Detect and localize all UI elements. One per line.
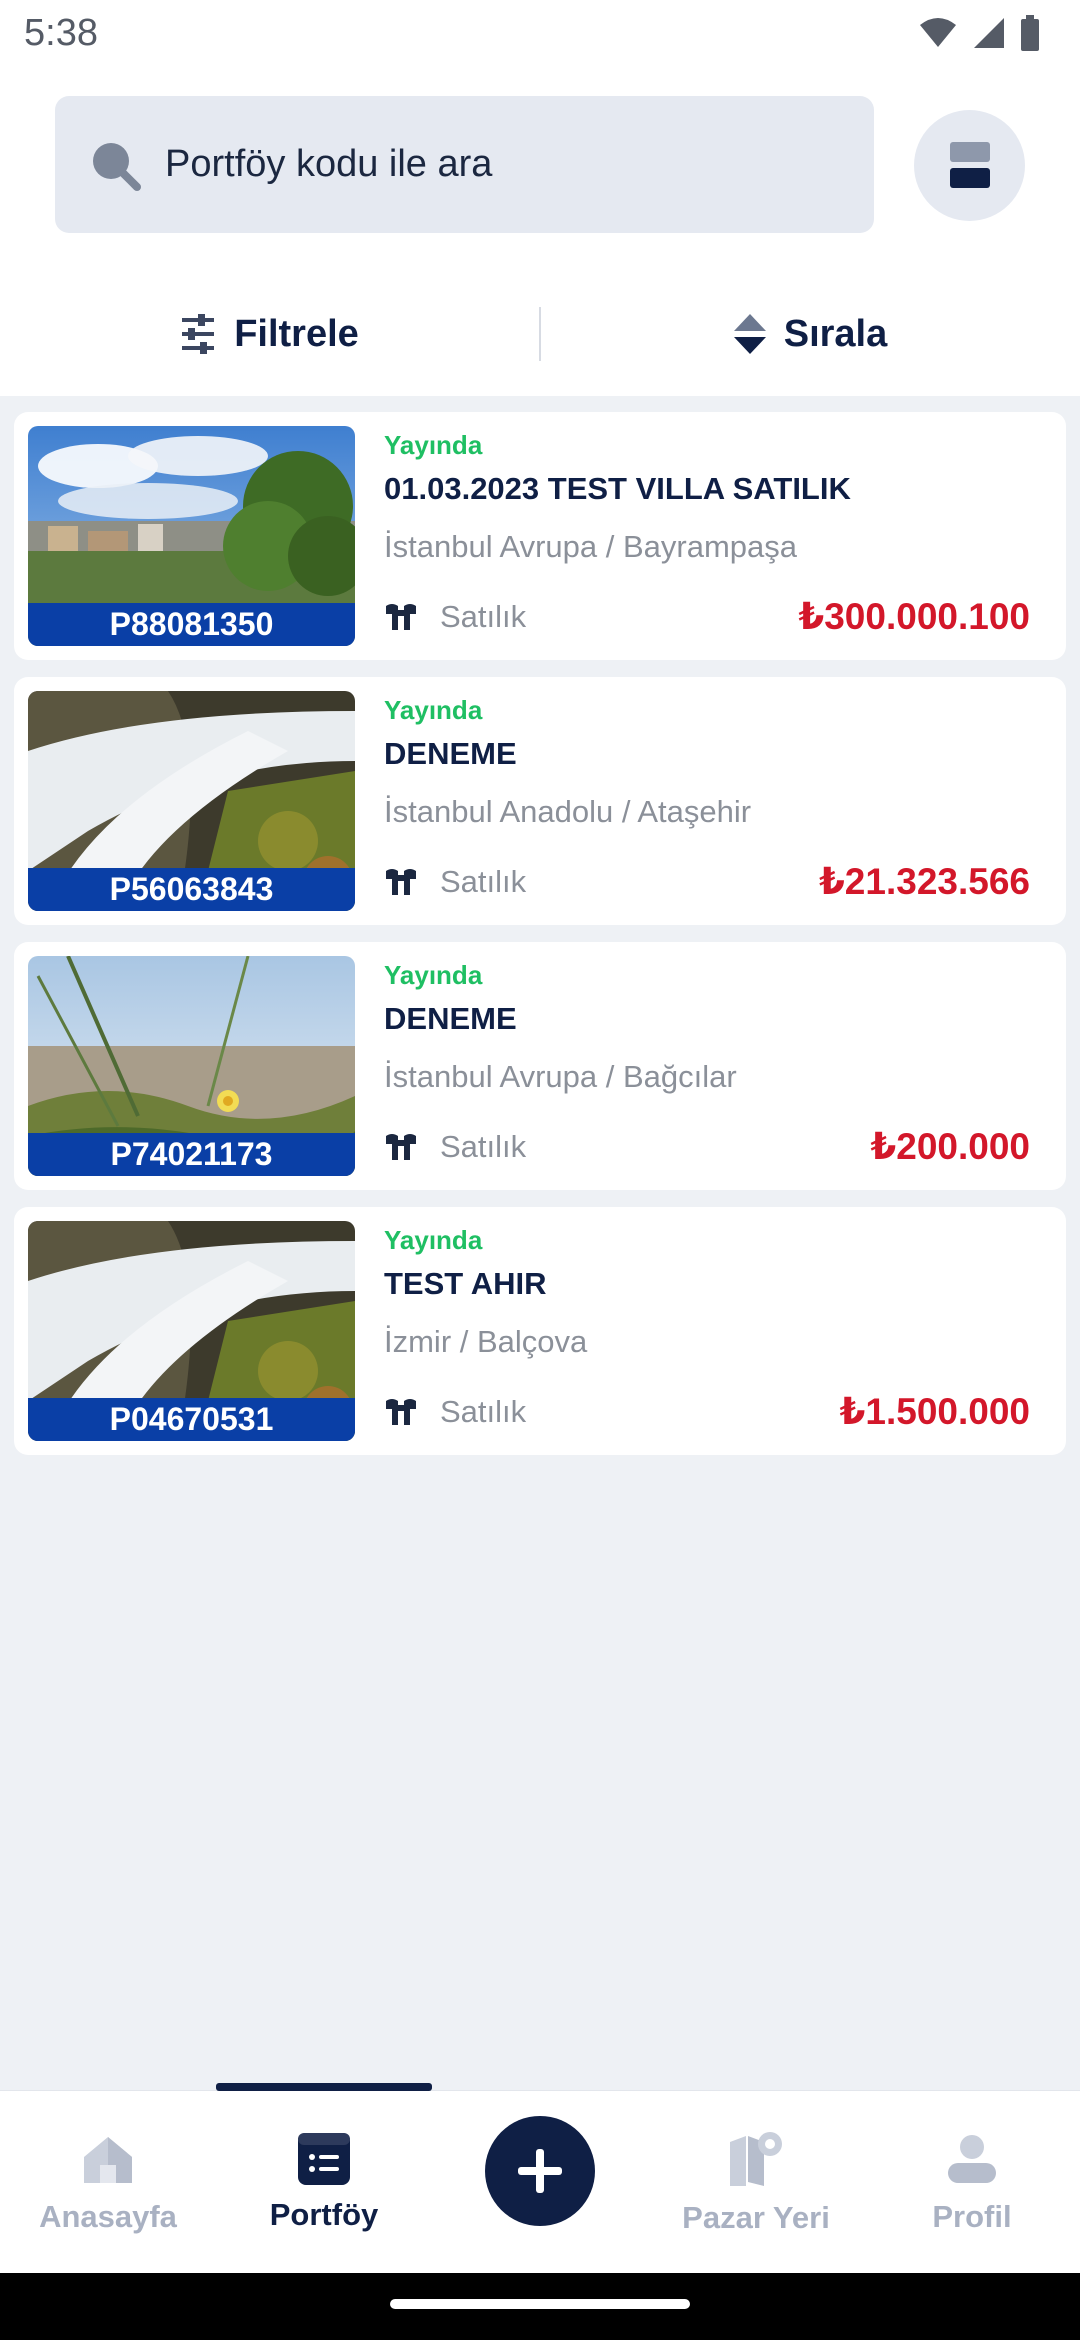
handshake-icon (386, 868, 416, 895)
listing-bottom-row: Satılık ₺200.000 (384, 1125, 1030, 1168)
home-gesture-handle[interactable] (390, 2299, 690, 2309)
listing-type: Satılık (384, 599, 526, 635)
handshake-icon (386, 1133, 416, 1160)
listing-code: P56063843 (28, 868, 355, 911)
bottom-navigation: Anasayfa Portföy Pazar Yeri Profil (0, 2083, 1080, 2274)
nav-label-home: Anasayfa (39, 2198, 177, 2234)
sort-icon (733, 314, 766, 354)
search-input[interactable]: Portföy kodu ile ara (55, 96, 874, 233)
user-icon (948, 2134, 996, 2183)
view-toggle-button[interactable] (914, 110, 1025, 221)
nav-item-profile[interactable]: Profil (864, 2091, 1080, 2274)
plus-icon (518, 2149, 562, 2193)
listing-card[interactable]: P04670531 Yayında TEST AHIR İzmir / Balç… (14, 1207, 1066, 1455)
filter-button[interactable]: Filtrele (0, 313, 539, 356)
nav-item-home[interactable]: Anasayfa (0, 2091, 216, 2274)
listing-status: Yayında (384, 430, 483, 460)
listing-title: DENEME (384, 736, 517, 771)
listing-card[interactable]: P74021173 Yayında DENEME İstanbul Avrupa… (14, 942, 1066, 1190)
active-tab-indicator (216, 2083, 432, 2091)
listing-details: Yayında DENEME İstanbul Avrupa / Bağcıla… (384, 960, 1030, 1180)
listing-bottom-row: Satılık ₺300.000.100 (384, 595, 1030, 638)
listing-title: TEST AHIR (384, 1266, 547, 1301)
listing-price: ₺21.323.566 (819, 861, 1030, 902)
listing-type: Satılık (384, 1394, 526, 1430)
listing-bottom-row: Satılık ₺21.323.566 (384, 860, 1030, 903)
sliders-icon (182, 314, 215, 354)
sort-button[interactable]: Sırala (541, 313, 1080, 356)
listing-title: 01.03.2023 TEST VILLA SATILIK (384, 471, 851, 506)
map-pin-icon (730, 2131, 782, 2186)
handshake-icon (386, 603, 416, 630)
listing-price: ₺1.500.000 (839, 1391, 1030, 1432)
listing-type-label: Satılık (440, 863, 527, 899)
status-time: 5:38 (24, 11, 98, 54)
listing-type-label: Satılık (440, 1393, 527, 1429)
nav-label-profile: Profil (932, 2198, 1012, 2234)
screen: 5:38 Portföy kodu ile ara Filtrele Sıral… (0, 0, 1080, 2340)
listing-code: P04670531 (28, 1398, 355, 1441)
filter-label: Filtrele (234, 312, 359, 355)
listing-thumbnail: P56063843 (28, 691, 355, 911)
listing-type: Satılık (384, 864, 526, 900)
listing-details: Yayında DENEME İstanbul Anadolu / Ataşeh… (384, 695, 1030, 915)
listing-code: P88081350 (28, 603, 355, 646)
listing-title: DENEME (384, 1001, 517, 1036)
listing-location: İzmir / Balçova (384, 1324, 588, 1359)
search-icon (93, 142, 141, 191)
filter-sort-row: Filtrele Sırala (0, 284, 1080, 384)
status-bar: 5:38 (0, 0, 1080, 66)
listing-details: Yayında 01.03.2023 TEST VILLA SATILIK İs… (384, 430, 1030, 650)
listing-status: Yayında (384, 695, 483, 725)
listing-details: Yayında TEST AHIR İzmir / Balçova Satılı… (384, 1225, 1030, 1445)
listing-list: P88081350 Yayında 01.03.2023 TEST VILLA … (14, 412, 1066, 1472)
nav-label-portfolio: Portföy (269, 2196, 379, 2232)
handshake-icon (386, 1398, 416, 1425)
listing-card[interactable]: P88081350 Yayında 01.03.2023 TEST VILLA … (14, 412, 1066, 660)
status-icons (918, 15, 1040, 51)
wifi-icon (920, 18, 956, 47)
listing-location: İstanbul Avrupa / Bayrampaşa (384, 529, 798, 564)
top-area: Portföy kodu ile ara Filtrele Sırala (0, 66, 1080, 396)
nav-label-marketplace: Pazar Yeri (682, 2199, 830, 2235)
listing-type-label: Satılık (440, 598, 527, 634)
listing-status: Yayında (384, 1225, 483, 1255)
add-listing-button[interactable] (485, 2116, 595, 2226)
layout-icon (949, 141, 990, 188)
listing-status: Yayında (384, 960, 483, 990)
listing-bottom-row: Satılık ₺1.500.000 (384, 1390, 1030, 1433)
battery-icon (1021, 15, 1039, 51)
listing-location: İstanbul Anadolu / Ataşehir (384, 794, 752, 829)
system-navigation-bar (0, 2273, 1080, 2340)
listing-location: İstanbul Avrupa / Bağcılar (384, 1059, 737, 1094)
listing-type: Satılık (384, 1129, 526, 1165)
listing-price: ₺200.000 (870, 1126, 1031, 1167)
sort-label: Sırala (783, 312, 888, 355)
listing-thumbnail: P74021173 (28, 956, 355, 1176)
signal-icon (974, 18, 1004, 48)
search-placeholder: Portföy kodu ile ara (165, 143, 493, 185)
nav-item-marketplace[interactable]: Pazar Yeri (648, 2091, 864, 2274)
home-icon (84, 2136, 132, 2183)
listing-thumbnail: P04670531 (28, 1221, 355, 1441)
portfolio-list-icon (298, 2132, 350, 2185)
listing-code: P74021173 (28, 1133, 355, 1176)
listing-thumbnail: P88081350 (28, 426, 355, 646)
listing-card[interactable]: P56063843 Yayında DENEME İstanbul Anadol… (14, 677, 1066, 925)
nav-item-portfolio[interactable]: Portföy (216, 2091, 432, 2274)
listing-price: ₺300.000.100 (798, 596, 1030, 637)
listing-type-label: Satılık (440, 1128, 527, 1164)
